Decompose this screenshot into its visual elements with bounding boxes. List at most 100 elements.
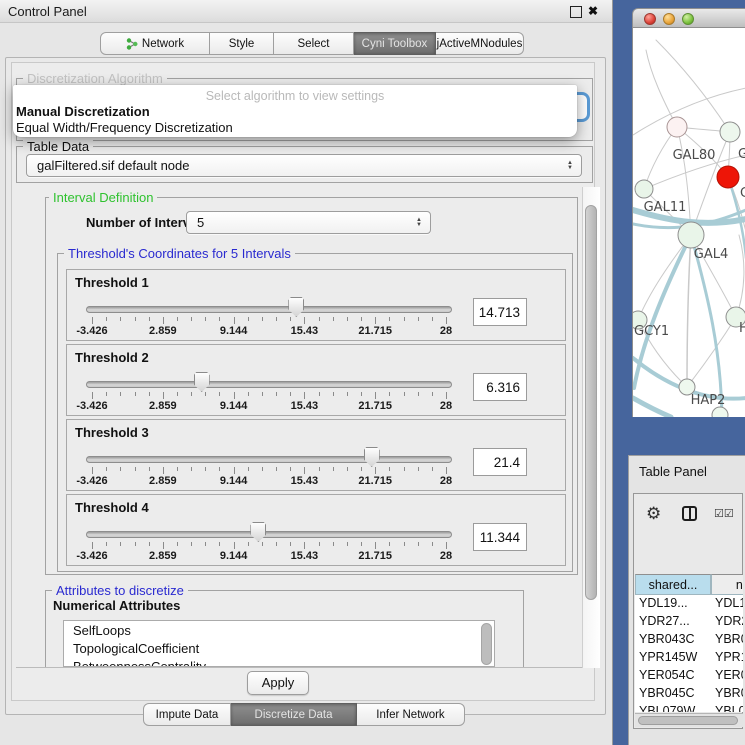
- node-label-c: C: [740, 186, 745, 201]
- network-window-titlebar[interactable]: [632, 8, 745, 28]
- tab-style[interactable]: Style: [210, 32, 274, 55]
- slider-tick: [276, 467, 277, 471]
- tab-discretize-data[interactable]: Discretize Data: [231, 703, 357, 726]
- slider-track[interactable]: [86, 456, 452, 463]
- table-data-combobox[interactable]: galFiltered.sif default node ▲▼: [26, 154, 582, 177]
- threshold-value-field[interactable]: 21.4: [473, 448, 527, 476]
- table-data-combobox-value: galFiltered.sif default node: [37, 158, 189, 173]
- node-label-ga: GA: [738, 147, 745, 162]
- slider-tick-label: 9.144: [220, 550, 248, 562]
- slider-track[interactable]: [86, 381, 452, 388]
- network-node-gal4[interactable]: [678, 222, 704, 248]
- numerical-attributes-list[interactable]: SelfLoopsTopologicalCoefficientBetweenne…: [63, 620, 495, 667]
- columns-icon[interactable]: [682, 506, 697, 521]
- settings-vertical-scrollbar[interactable]: [582, 187, 600, 668]
- slider-tick: [248, 392, 249, 396]
- slider-thumb[interactable]: [288, 297, 304, 317]
- slider-tick: [120, 392, 121, 396]
- network-edge[interactable]: [736, 235, 744, 317]
- slider-track[interactable]: [86, 531, 452, 538]
- list-item-topologicalcoefficient[interactable]: TopologicalCoefficient: [73, 641, 199, 658]
- table-cell[interactable]: YBR045C: [639, 686, 695, 700]
- slider-thumb[interactable]: [194, 372, 210, 392]
- slider-track[interactable]: [86, 306, 452, 313]
- column-header-name[interactable]: name: [711, 574, 743, 595]
- network-edge[interactable]: [687, 235, 691, 387]
- table-cell[interactable]: YPR145W: [639, 650, 697, 664]
- tab-impute-data[interactable]: Impute Data: [143, 703, 231, 726]
- network-node-node-g[interactable]: [720, 122, 740, 142]
- threshold-value-field[interactable]: 14.713: [473, 298, 527, 326]
- gear-icon[interactable]: ⚙: [646, 504, 661, 524]
- tab-select[interactable]: Select: [274, 32, 354, 55]
- tab-network[interactable]: Network: [100, 32, 210, 55]
- table-cell[interactable]: YER0: [715, 668, 743, 682]
- tab-jactivemnodules[interactable]: jActiveMNodules: [436, 32, 524, 55]
- select-columns-checkboxes-icon[interactable]: ☑☑: [714, 507, 734, 520]
- number-of-intervals-combobox[interactable]: 5 ▲▼: [186, 211, 431, 234]
- attributes-to-discretize-group: Attributes to discretize Numerical Attri…: [45, 590, 524, 668]
- network-view-canvas[interactable]: GAL80GACGAL11GAL4GCY1HHAP2: [632, 28, 745, 417]
- threshold-value-field[interactable]: 6.316: [473, 373, 527, 401]
- slider-tick: [304, 392, 305, 399]
- table-cell[interactable]: YBL0: [715, 704, 743, 712]
- discretization-algorithm-title: Discretization Algorithm: [23, 71, 167, 86]
- list-item-betweennesscentrality[interactable]: BetweennessCentrality: [73, 659, 206, 667]
- column-header-shared-[interactable]: shared...: [635, 574, 711, 595]
- network-edge[interactable]: [656, 40, 730, 132]
- network-node-gal11[interactable]: [635, 180, 653, 198]
- table-cell[interactable]: YDR27...: [639, 614, 690, 628]
- slider-tick: [432, 392, 433, 396]
- tab-label: Select: [298, 38, 330, 50]
- apply-button[interactable]: Apply: [247, 671, 309, 695]
- slider-tick: [361, 542, 362, 546]
- slider-thumb[interactable]: [250, 522, 266, 542]
- slider-tick: [262, 467, 263, 471]
- attributes-list-scrollbar[interactable]: [481, 623, 492, 665]
- network-edge[interactable]: [687, 317, 736, 387]
- table-cell[interactable]: YDR2: [715, 614, 743, 628]
- scrollbar-thumb[interactable]: [585, 205, 597, 600]
- zoom-traffic-light[interactable]: [682, 13, 694, 25]
- slider-tick: [135, 467, 136, 471]
- table-cell[interactable]: YBR0: [715, 632, 743, 646]
- tab-label: Impute Data: [156, 709, 219, 721]
- slider-tick: [106, 467, 107, 471]
- network-edge[interactable]: [646, 50, 677, 127]
- table-cell[interactable]: YDL1: [715, 596, 743, 610]
- close-icon[interactable]: ✖: [586, 3, 600, 19]
- network-edge[interactable]: [633, 398, 671, 417]
- slider-tick: [219, 392, 220, 396]
- close-traffic-light[interactable]: [644, 13, 656, 25]
- attribute-table[interactable]: shared...name YDL19... YDL1 YDR27... YDR2 YBR…: [635, 574, 743, 712]
- tab-cyni-toolbox[interactable]: Cyni Toolbox: [354, 32, 436, 55]
- tab-infer-network[interactable]: Infer Network: [357, 703, 465, 726]
- table-cell[interactable]: YPR1: [715, 650, 743, 664]
- popup-option-equal-width-frequency[interactable]: Equal Width/Frequency Discretization: [15, 120, 576, 136]
- algorithm-popup-hint: Select algorithm to view settings: [13, 89, 577, 103]
- table-cell[interactable]: YER054C: [639, 668, 695, 682]
- table-cell[interactable]: YBR043C: [639, 632, 695, 646]
- slider-tick: [446, 467, 447, 474]
- slider-tick-label: 15.43: [291, 550, 319, 562]
- list-item-selfloops[interactable]: SelfLoops: [73, 623, 131, 640]
- tab-label: jActiveMNodules: [437, 38, 523, 50]
- network-node-node-red-selected[interactable]: [717, 166, 739, 188]
- threshold-value-field[interactable]: 11.344: [473, 523, 527, 551]
- slider-tick-label: 9.144: [220, 325, 248, 337]
- network-node-gal80[interactable]: [667, 117, 687, 137]
- float-window-icon[interactable]: [570, 6, 582, 18]
- network-node-node-bottom[interactable]: [712, 407, 728, 417]
- minimize-traffic-light[interactable]: [663, 13, 675, 25]
- slider-thumb[interactable]: [364, 447, 380, 467]
- table-cell[interactable]: YDL19...: [639, 596, 688, 610]
- slider-tick: [262, 317, 263, 321]
- table-cell[interactable]: YBR0: [715, 686, 743, 700]
- slider-tick-label: 2.859: [149, 325, 177, 337]
- popup-option-manual-discretization[interactable]: Manual Discretization: [15, 104, 576, 120]
- scrollbar-thumb[interactable]: [638, 716, 738, 725]
- table-cell[interactable]: YBL079W: [639, 704, 695, 712]
- threshold-box-4: Threshold 4-3.4262.8599.14415.4321.71528…: [66, 494, 566, 566]
- table-horizontal-scrollbar[interactable]: [635, 713, 743, 727]
- slider-tick: [333, 392, 334, 396]
